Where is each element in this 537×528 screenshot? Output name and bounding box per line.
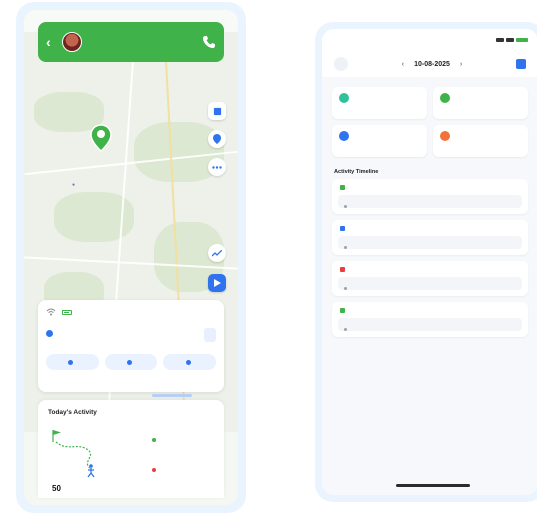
- location-card: [38, 300, 224, 392]
- action-button-2[interactable]: [104, 354, 158, 370]
- event-marker-green: [152, 438, 156, 442]
- phone-call-icon[interactable]: [202, 35, 216, 49]
- date-bar: ‹ 10-08-2025 ›: [322, 51, 537, 77]
- route-history-icon[interactable]: [208, 244, 226, 262]
- activity-route-line: [55, 441, 92, 469]
- signal-battery-icon: [496, 38, 528, 42]
- event-type-icon: [340, 184, 345, 190]
- next-day-icon[interactable]: ›: [460, 61, 462, 68]
- copy-icon[interactable]: [204, 328, 216, 342]
- timeline-event[interactable]: [332, 302, 528, 337]
- map-place-label: ●: [72, 182, 76, 188]
- play-route-icon[interactable]: [208, 274, 226, 292]
- todays-activity-card: Today's Activity 50: [38, 400, 224, 498]
- my-location-icon[interactable]: [208, 130, 226, 148]
- wifi-icon: [46, 308, 56, 316]
- map-layers-icon[interactable]: [208, 102, 226, 120]
- stat-card: [433, 125, 528, 157]
- action-icon: [68, 359, 74, 365]
- timeline-screen: ‹ 10-08-2025 › Activity Timeline: [322, 29, 537, 495]
- event-type-icon: [340, 225, 345, 231]
- event-type-icon: [340, 307, 345, 313]
- action-button-3[interactable]: [163, 354, 217, 370]
- stat-card: [433, 87, 528, 119]
- phone-frame-map: ● ‹ Today's Activity 50: [16, 2, 246, 513]
- stat-card: [332, 125, 427, 157]
- calendar-icon[interactable]: [516, 59, 526, 69]
- action-icon: [127, 359, 132, 365]
- back-icon[interactable]: [334, 57, 348, 71]
- action-icon: [185, 359, 191, 365]
- battery-status: [62, 309, 74, 315]
- timeline-event[interactable]: [332, 261, 528, 296]
- event-marker-red: [152, 468, 156, 472]
- stat-icon: [339, 93, 349, 103]
- prev-day-icon[interactable]: ‹: [402, 61, 404, 68]
- action-button-1[interactable]: [46, 354, 99, 370]
- current-address: [58, 328, 199, 342]
- battery-icon: [62, 309, 72, 315]
- selected-date: 10-08-2025: [414, 60, 450, 68]
- phone-frame-timeline: ‹ 10-08-2025 › Activity Timeline: [315, 22, 537, 502]
- avatar[interactable]: [62, 32, 82, 52]
- walking-icon: [87, 464, 95, 478]
- home-indicator[interactable]: [396, 484, 470, 487]
- address-pin-icon: [46, 330, 53, 337]
- stat-icon: [339, 131, 349, 141]
- event-type-icon: [340, 266, 345, 272]
- member-location-pin-icon[interactable]: [90, 124, 112, 152]
- sheet-handle[interactable]: [152, 394, 192, 397]
- stat-icon: [440, 93, 450, 103]
- activity-title: Today's Activity: [48, 409, 97, 416]
- timeline-event[interactable]: [332, 179, 528, 214]
- activity-timeline: 50: [48, 422, 214, 493]
- timeline-event[interactable]: [332, 220, 528, 255]
- stats-grid: [322, 77, 537, 163]
- back-icon[interactable]: ‹: [46, 34, 56, 50]
- member-header: ‹: [38, 22, 224, 62]
- timeline-title: Activity Timeline: [334, 169, 379, 175]
- step-count: 50: [52, 484, 61, 493]
- status-bar: [322, 29, 537, 51]
- stat-icon: [440, 131, 450, 141]
- more-options-icon[interactable]: [208, 158, 226, 176]
- map-screen: ● ‹ Today's Activity 50: [24, 10, 238, 505]
- start-flag-icon: [52, 430, 61, 442]
- stat-card: [332, 87, 427, 119]
